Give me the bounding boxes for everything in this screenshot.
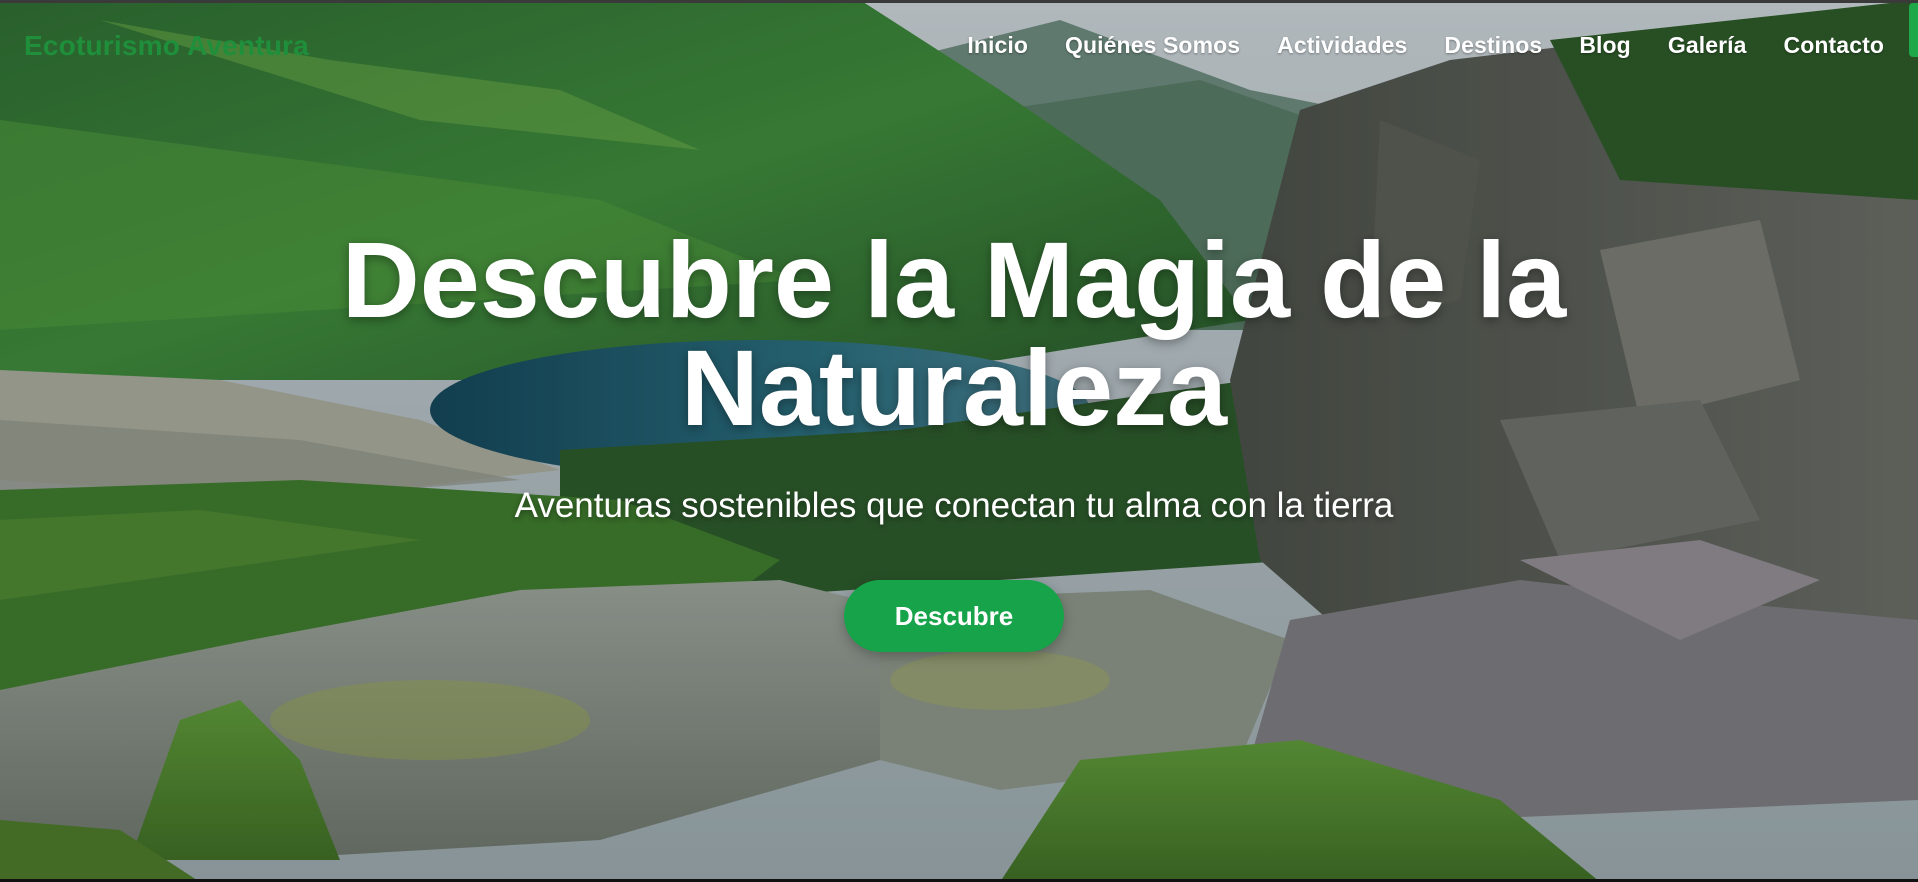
nav-item-inicio[interactable]: Inicio bbox=[967, 32, 1028, 59]
hero-title-line-2: Naturaleza bbox=[680, 327, 1228, 448]
nav-item-galeria[interactable]: Galería bbox=[1668, 32, 1747, 59]
nav-item-quienes-somos[interactable]: Quiénes Somos bbox=[1065, 32, 1240, 59]
nav-item-contacto[interactable]: Contacto bbox=[1784, 32, 1884, 59]
brand-logo-link[interactable]: Ecoturismo Aventura bbox=[24, 30, 309, 62]
hero-title: Descubre la Magia de la Naturaleza bbox=[0, 226, 1908, 442]
hero-title-line-1: Descubre la Magia de la bbox=[341, 219, 1567, 340]
nav-item-actividades[interactable]: Actividades bbox=[1277, 32, 1407, 59]
hero-subtitle: Aventuras sostenibles que conectan tu al… bbox=[514, 486, 1394, 525]
scrollbar-thumb[interactable] bbox=[1909, 3, 1918, 57]
nav-item-blog[interactable]: Blog bbox=[1579, 32, 1631, 59]
nav-item-destinos[interactable]: Destinos bbox=[1444, 32, 1542, 59]
main-navigation: Inicio Quiénes Somos Actividades Destino… bbox=[930, 32, 1884, 59]
window-top-edge bbox=[0, 0, 1918, 3]
descubre-button[interactable]: Descubre bbox=[844, 580, 1064, 652]
